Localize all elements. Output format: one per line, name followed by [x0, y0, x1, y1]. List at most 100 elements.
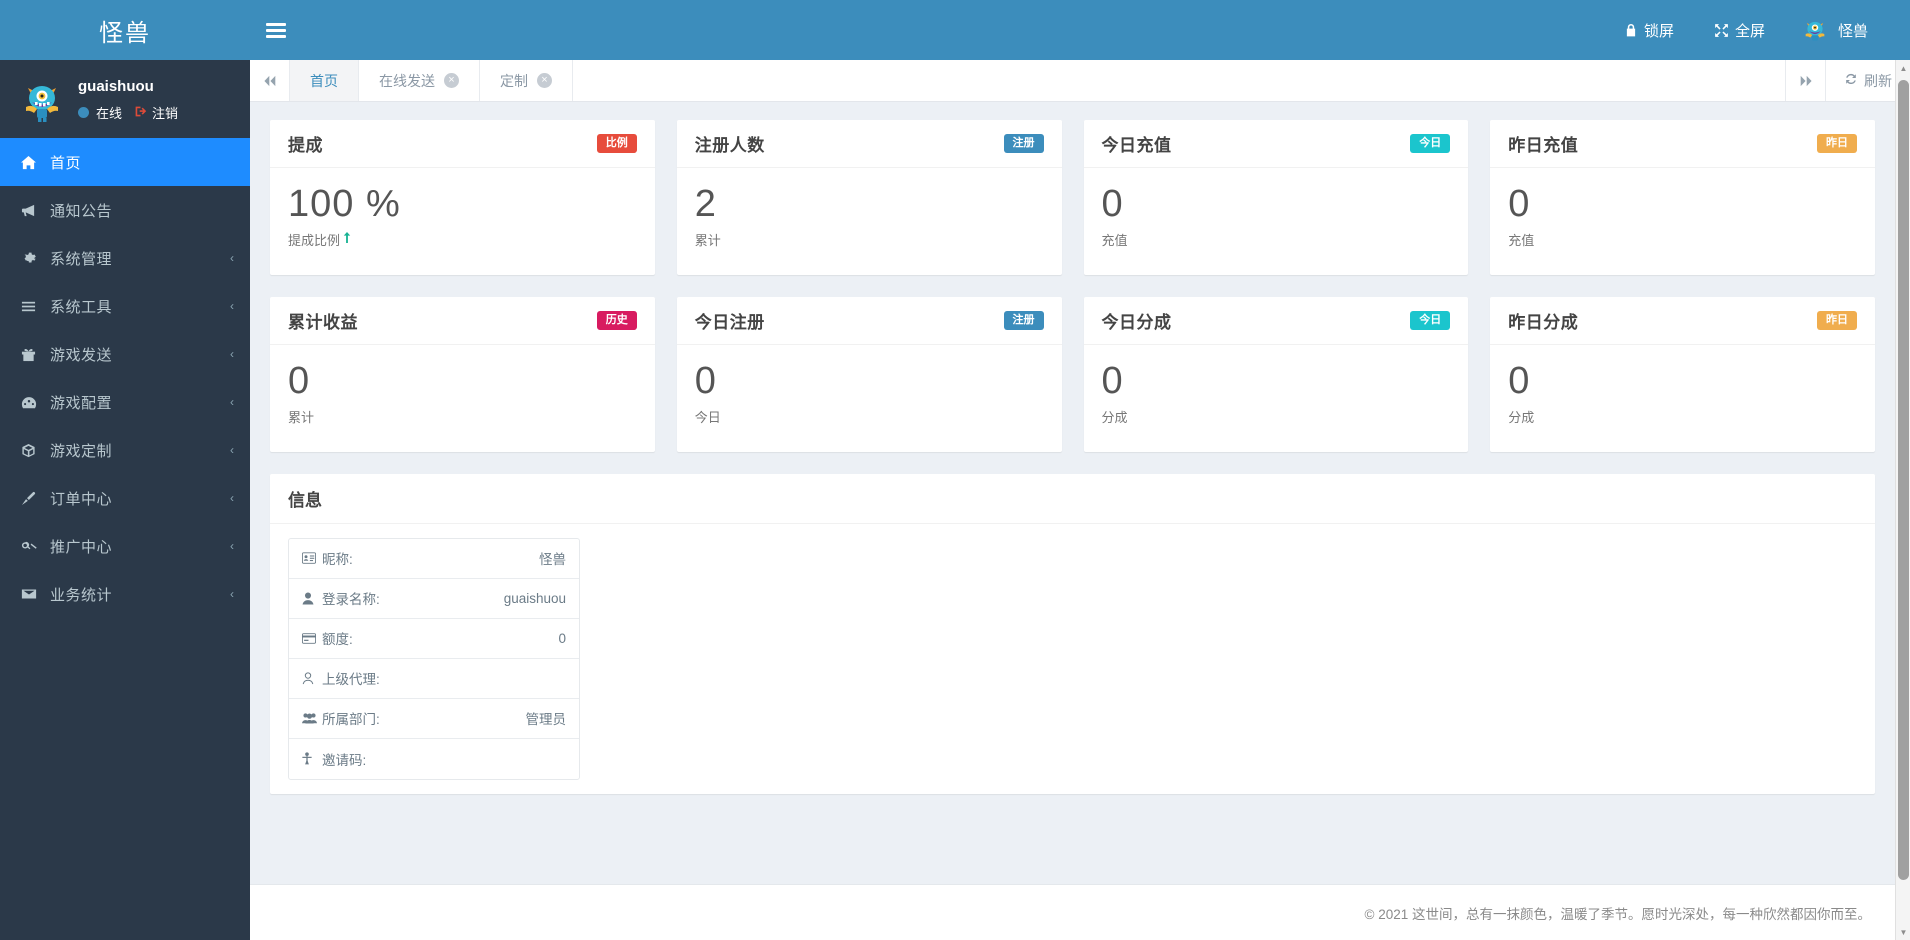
- chevron-left-icon: ‹: [230, 347, 234, 361]
- hamburger-icon[interactable]: [250, 0, 302, 60]
- sidebar-item-label: 订单中心: [50, 490, 113, 508]
- scroll-up-arrow-icon[interactable]: ▲: [1896, 60, 1910, 76]
- refresh-label: 刷新: [1864, 72, 1892, 89]
- expand-icon: [1714, 23, 1729, 38]
- arrow-up-icon: [342, 232, 352, 246]
- sidebar-item-system-tools[interactable]: 系统工具 ‹: [0, 282, 250, 330]
- card-title: 今日分成: [1101, 312, 1172, 332]
- close-icon[interactable]: ×: [444, 73, 459, 88]
- fullscreen-label: 全屏: [1734, 22, 1765, 40]
- info-list: 昵称: 怪兽 登录名称: guaishuou 额度: 0 上级代理: 所属部门:…: [288, 537, 580, 780]
- card-header: 今日注册 注册: [676, 297, 1062, 345]
- sidebar-item-business-stats[interactable]: 业务统计 ‹: [0, 570, 250, 618]
- stat-sub: 累计: [288, 407, 637, 426]
- sidebar-item-label: 游戏配置: [50, 394, 113, 412]
- header-actions: 锁屏 全屏 怪兽: [1604, 0, 1910, 60]
- user-meta: guaishuou 在线 注销: [78, 74, 178, 122]
- stat-sub-label: 分成: [1101, 409, 1128, 425]
- close-icon[interactable]: ×: [537, 73, 552, 88]
- sidebar-item-system-manage[interactable]: 系统管理 ‹: [0, 234, 250, 282]
- card-title: 昨日充值: [1508, 136, 1579, 155]
- info-row-label: 昵称:: [322, 552, 353, 568]
- info-row-value: 怪兽: [539, 552, 566, 568]
- list-icon: [21, 299, 43, 314]
- bullhorn-icon: [21, 203, 43, 218]
- brand-logo[interactable]: 怪兽: [0, 0, 250, 60]
- sidebar-item-notice[interactable]: 通知公告: [0, 186, 250, 234]
- info-row-login-name: 登录名称: guaishuou: [289, 579, 579, 619]
- chevron-left-icon: ‹: [230, 251, 234, 265]
- stat-card-row-2: 累计收益 历史 0 累计 今日注册 注册 0 今日 今日分成 今日 0 分成 昨…: [270, 296, 1875, 452]
- tab-home[interactable]: 首页: [290, 60, 359, 101]
- sidebar-item-label: 推广中心: [50, 538, 113, 556]
- cube-icon: [21, 443, 43, 458]
- sidebar-item-game-config[interactable]: 游戏配置 ‹: [0, 378, 250, 426]
- stat-sub-label: 今日: [694, 409, 721, 425]
- envelope-icon: [21, 587, 43, 601]
- logout-label[interactable]: 注销: [152, 103, 178, 122]
- scroll-down-arrow-icon[interactable]: ▼: [1896, 924, 1910, 940]
- stat-value: 0: [694, 359, 717, 402]
- stat-sub-label: 累计: [694, 232, 721, 248]
- stat-card-yesterday-recharge: 昨日充值 昨日 0 充值: [1490, 120, 1875, 275]
- stat-sub-label: 分成: [1508, 409, 1535, 425]
- stat-sub: 累计: [695, 230, 1044, 249]
- info-row-department: 所属部门: 管理员: [289, 699, 579, 739]
- header-user-menu[interactable]: 怪兽: [1785, 0, 1888, 60]
- status-badge: 历史: [596, 310, 637, 330]
- info-row-nickname: 昵称: 怪兽: [289, 539, 579, 579]
- info-panel: 信息 昵称: 怪兽 登录名称: guaishuou 额度: 0 上级代理: 所属…: [270, 473, 1875, 794]
- card-title: 注册人数: [694, 136, 765, 155]
- status-badge: 今日: [1410, 310, 1451, 330]
- tab-online-send[interactable]: 在线发送 ×: [359, 60, 480, 101]
- double-chevron-right-icon[interactable]: [1785, 60, 1825, 101]
- users-icon: [302, 712, 320, 724]
- card-body: 0 充值: [1084, 168, 1469, 275]
- top-header: 锁屏 全屏 怪兽: [250, 0, 1910, 60]
- gear-icon: [21, 251, 43, 266]
- stat-sub: 提成比例: [288, 230, 637, 249]
- chevron-left-icon: ‹: [230, 587, 234, 601]
- logout-icon[interactable]: [134, 105, 147, 120]
- card-header: 今日分成 今日: [1083, 297, 1469, 345]
- lock-screen-button[interactable]: 锁屏: [1604, 0, 1694, 60]
- double-chevron-left-icon[interactable]: [250, 60, 290, 101]
- chevron-left-icon: ‹: [230, 491, 234, 505]
- sidebar-item-label: 游戏定制: [50, 442, 113, 460]
- chevron-left-icon: ‹: [230, 395, 234, 409]
- status-badge: 注册: [1003, 134, 1044, 153]
- user-icon: [302, 592, 320, 605]
- info-panel-header: 信息: [270, 474, 1875, 524]
- stat-value: 0: [1508, 183, 1531, 225]
- sidebar-item-label: 系统工具: [50, 298, 113, 316]
- stat-sub: 分成: [1508, 407, 1857, 426]
- brush-icon: [21, 491, 43, 506]
- fullscreen-button[interactable]: 全屏: [1694, 0, 1785, 60]
- gift-icon: [21, 347, 43, 362]
- sidebar-item-order-center[interactable]: 订单中心 ‹: [0, 474, 250, 522]
- card-title: 提成: [288, 136, 323, 155]
- scrollbar-thumb[interactable]: [1898, 80, 1909, 880]
- sidebar-item-promo-center[interactable]: 推广中心 ‹: [0, 522, 250, 570]
- card-header: 提成 比例: [270, 120, 655, 168]
- card-header: 注册人数 注册: [676, 120, 1062, 168]
- info-row-parent-agent: 上级代理:: [289, 659, 579, 699]
- header-user-label: 怪兽: [1837, 22, 1868, 40]
- vertical-scrollbar[interactable]: ▲ ▼: [1895, 60, 1910, 940]
- stat-card-total-income: 累计收益 历史 0 累计: [270, 296, 655, 452]
- user-outline-icon: [302, 671, 320, 685]
- page-footer: © 2021 这世间，总有一抹颜色，温暖了季节。愿时光深处，每一种欣然都因你而至…: [250, 884, 1895, 940]
- main-content: 提成 比例 100 % 提成比例 注册人数 注册 2 累计 今日充值 今日 0 …: [250, 102, 1895, 884]
- user-name: guaishuou: [78, 78, 154, 95]
- monster-avatar-icon: [18, 76, 66, 124]
- info-row-value: 0: [558, 630, 566, 646]
- sidebar-item-game-send[interactable]: 游戏发送 ‹: [0, 330, 250, 378]
- sidebar-item-game-custom[interactable]: 游戏定制 ‹: [0, 426, 250, 474]
- card-title: 累计收益: [288, 312, 358, 332]
- info-row-value: 管理员: [525, 712, 567, 728]
- tab-bar-right: 刷新: [1785, 60, 1910, 101]
- sidebar-item-label: 系统管理: [50, 250, 113, 268]
- sidebar-item-home[interactable]: 首页: [0, 138, 250, 186]
- info-row-credit: 额度: 0: [289, 619, 579, 659]
- tab-custom[interactable]: 定制 ×: [480, 60, 573, 101]
